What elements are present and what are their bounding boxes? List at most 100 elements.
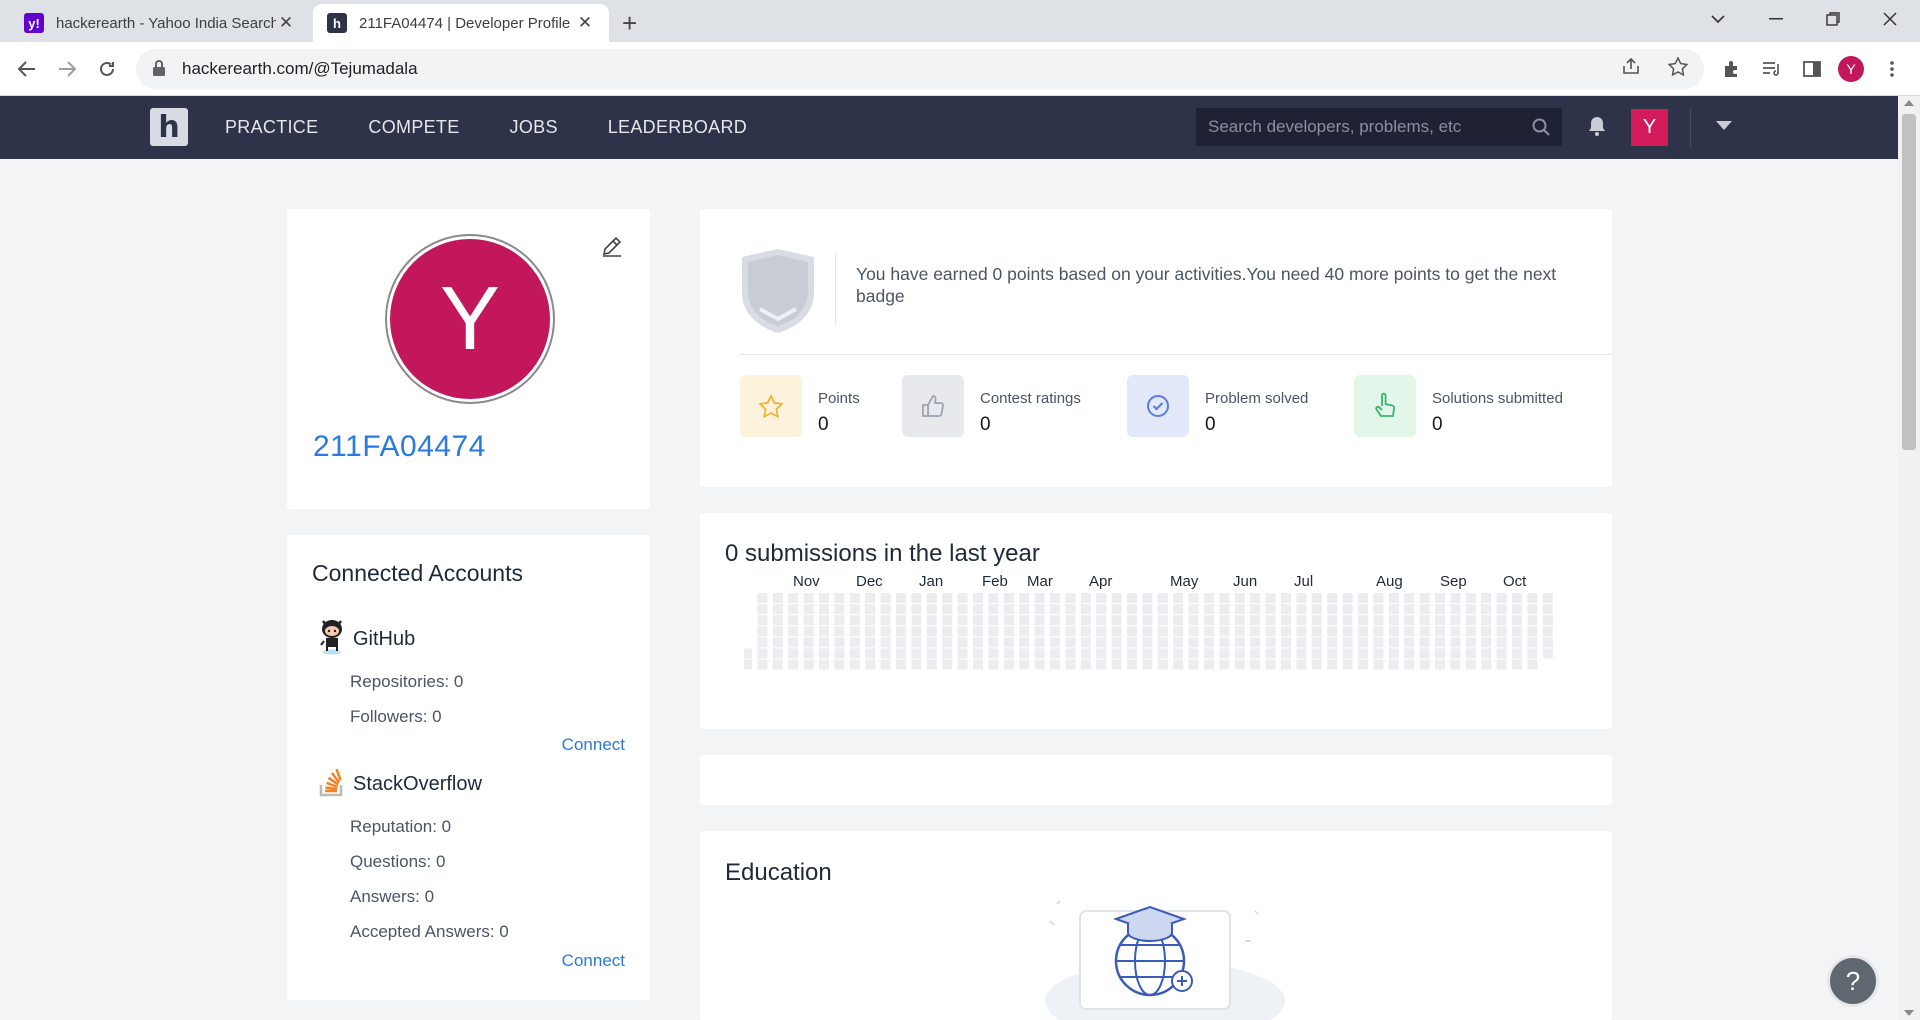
heatmap-day-cell — [1127, 637, 1137, 648]
forward-icon[interactable] — [50, 52, 84, 86]
heatmap-day-cell — [1542, 637, 1553, 648]
heatmap-day-cell — [1404, 593, 1415, 603]
heatmap-day-cell — [849, 626, 860, 637]
bookmark-star-icon[interactable] — [1667, 56, 1689, 82]
user-menu-caret-icon[interactable] — [1716, 121, 1732, 130]
heatmap-day-cell — [1065, 659, 1076, 670]
heatmap-day-cell — [1173, 615, 1184, 626]
heatmap-day-cell — [1465, 637, 1476, 648]
hackerearth-logo[interactable]: h — [150, 108, 188, 146]
nav-compete[interactable]: COMPETE — [368, 117, 459, 138]
search-icon[interactable] — [1532, 118, 1550, 136]
stackoverflow-connect-link[interactable]: Connect — [562, 951, 625, 971]
heatmap-day-cell — [849, 637, 860, 648]
connected-accounts-title: Connected Accounts — [312, 560, 523, 586]
heatmap-day-cell — [1527, 648, 1538, 659]
heatmap-day-cell — [1450, 659, 1461, 670]
extensions-puzzle-icon[interactable] — [1716, 53, 1748, 85]
stat-value: 0 — [818, 414, 829, 435]
heatmap-day-cell — [1204, 615, 1214, 626]
nav-practice[interactable]: PRACTICE — [225, 117, 318, 138]
heatmap-day-cell — [1404, 615, 1415, 626]
side-panel-icon[interactable] — [1796, 53, 1828, 85]
heatmap-day-cell — [1296, 604, 1307, 615]
heatmap-day-cell — [1342, 615, 1353, 626]
scroll-up-icon[interactable] — [1904, 100, 1914, 106]
edit-pencil-icon[interactable] — [601, 235, 623, 257]
help-button[interactable]: ? — [1827, 955, 1879, 1007]
reload-icon[interactable] — [90, 52, 124, 86]
user-avatar-button[interactable]: Y — [1631, 109, 1668, 146]
heatmap-day-cell — [1096, 637, 1107, 648]
notification-bell-icon[interactable] — [1588, 116, 1606, 136]
heatmap-day-cell — [896, 637, 906, 648]
page-scrollbar[interactable] — [1898, 96, 1920, 1020]
tab-title: 211FA04474 | Developer Profile — [359, 14, 571, 32]
heatmap-day-cell — [1157, 604, 1168, 615]
heatmap-day-cell — [896, 626, 906, 637]
heatmap-day-cell — [757, 648, 768, 659]
browser-menu-icon[interactable] — [1876, 53, 1908, 85]
heatmap-day-cell — [1281, 615, 1291, 626]
heatmap-day-cell — [942, 615, 953, 626]
reading-list-icon[interactable] — [1756, 53, 1788, 85]
close-tab-icon[interactable]: ✕ — [575, 13, 595, 33]
close-window-icon[interactable] — [1862, 0, 1918, 38]
site-search-input[interactable]: Search developers, problems, etc — [1196, 108, 1562, 146]
browser-profile-avatar[interactable]: Y — [1838, 56, 1864, 82]
heatmap-day-cell — [1127, 659, 1137, 670]
heatmap-day-cell — [1542, 604, 1553, 615]
nav-jobs[interactable]: JOBS — [510, 117, 558, 138]
heatmap-day-cell — [1265, 648, 1276, 659]
heatmap-day-cell — [1373, 659, 1384, 670]
heatmap-day-cell — [880, 637, 891, 648]
scroll-down-icon[interactable] — [1904, 1010, 1914, 1016]
heatmap-day-cell — [1219, 604, 1230, 615]
heatmap-day-cell — [1142, 593, 1153, 603]
github-connect-link[interactable]: Connect — [562, 735, 625, 755]
heatmap-day-cell — [834, 637, 845, 648]
nav-leaderboard[interactable]: LEADERBOARD — [608, 117, 747, 138]
heatmap-day-cell — [957, 615, 968, 626]
heatmap-day-cell — [911, 593, 922, 603]
heatmap-day-cell — [988, 593, 999, 603]
heatmap-day-cell — [1234, 637, 1245, 648]
address-bar[interactable]: hackerearth.com/@Tejumadala — [136, 49, 1704, 89]
heatmap-day-cell — [1435, 626, 1445, 637]
heatmap-day-cell — [1157, 659, 1168, 670]
check-circle-icon — [1127, 375, 1189, 437]
minimize-icon[interactable] — [1748, 0, 1804, 38]
heatmap-day-cell — [1311, 637, 1322, 648]
browser-tab-profile[interactable]: h 211FA04474 | Developer Profile ✕ — [313, 4, 609, 42]
heatmap-day-cell — [1265, 659, 1276, 670]
heatmap-day-cell — [1450, 615, 1461, 626]
new-tab-icon[interactable]: + — [622, 8, 637, 39]
heatmap-day-cell — [880, 604, 891, 615]
tab-title: hackerearth - Yahoo India Search — [56, 14, 276, 32]
heatmap-day-cell — [1096, 604, 1107, 615]
browser-tab-yahoo[interactable]: y! hackerearth - Yahoo India Search ✕ — [10, 4, 310, 42]
heatmap-day-cell — [1050, 626, 1060, 637]
restore-icon[interactable] — [1805, 0, 1861, 38]
share-icon[interactable] — [1622, 57, 1642, 82]
back-icon[interactable] — [10, 52, 44, 86]
heatmap-day-cell — [1250, 626, 1261, 637]
scrollbar-thumb[interactable] — [1902, 114, 1916, 450]
heatmap-day-cell — [1173, 604, 1184, 615]
heatmap-day-cell — [1327, 593, 1338, 603]
heatmap-day-cell — [988, 659, 999, 670]
heatmap-day-cell — [1527, 626, 1538, 637]
heatmap-day-cell — [849, 593, 860, 603]
heatmap-day-cell — [1003, 593, 1014, 603]
heatmap-day-cell — [849, 604, 860, 615]
heatmap-day-cell — [1527, 637, 1538, 648]
close-tab-icon[interactable]: ✕ — [276, 13, 296, 33]
heatmap-day-cell — [1296, 626, 1307, 637]
month-label: Jan — [919, 573, 944, 590]
tab-search-chevron-icon[interactable] — [1690, 0, 1746, 38]
heatmap-day-cell — [1127, 648, 1137, 659]
heatmap-day-cell — [865, 637, 876, 648]
heatmap-day-cell — [1542, 648, 1553, 659]
month-label: Mar — [1027, 573, 1053, 590]
heatmap-day-cell — [1003, 659, 1014, 670]
